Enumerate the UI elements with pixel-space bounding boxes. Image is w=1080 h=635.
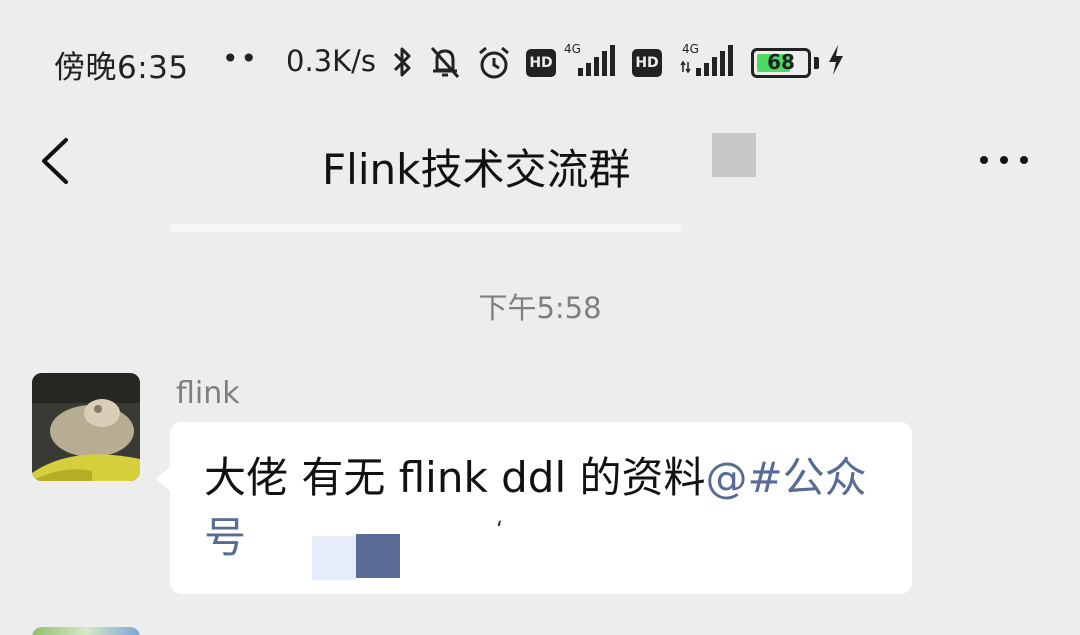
message-timestamp: 下午5:58 <box>478 291 602 325</box>
battery-tip <box>814 57 819 69</box>
status-bar: 傍晚6:35 •• 0.3K/s HD 4G HD 4G 68 <box>0 0 1080 120</box>
notification-dots: •• <box>222 42 260 75</box>
message-text: 大佬 有无 flink ddl 的资料@#公众号 <box>204 448 894 568</box>
charging-icon <box>829 45 843 75</box>
chat-title: Flink技术交流群 <box>322 145 631 194</box>
more-options-button[interactable] <box>978 148 1030 172</box>
mute-bell-icon <box>430 46 460 79</box>
battery-level: 68 <box>767 50 795 74</box>
alarm-icon <box>479 46 509 79</box>
muted-group-icon <box>712 133 756 177</box>
redacted-block-dark <box>356 534 400 578</box>
more-dot <box>1000 156 1008 164</box>
signal-icon <box>578 45 615 76</box>
more-dot <box>980 156 988 164</box>
status-time: 傍晚6:35 <box>54 50 189 86</box>
message-body: 大佬 有无 flink ddl 的资料 <box>204 453 706 502</box>
battery-icon: 68 <box>751 48 811 78</box>
signal-icon-2 <box>680 45 733 76</box>
hd-icon: HD <box>526 49 556 77</box>
header-divider <box>170 224 682 232</box>
sender-avatar[interactable] <box>32 373 140 481</box>
bubble-tail <box>156 466 171 492</box>
more-dot <box>1020 156 1028 164</box>
message-bubble[interactable]: 大佬 有无 flink ddl 的资料@#公众号 ‘ <box>170 422 912 594</box>
network-speed: 0.3K/s <box>286 44 377 78</box>
hd-icon-2: HD <box>632 49 662 77</box>
back-chevron-left-icon[interactable] <box>36 134 76 188</box>
avatar-image <box>32 373 140 481</box>
sender-name: flink <box>176 376 240 411</box>
stray-mark: ‘ <box>496 518 503 543</box>
chat-screen: 傍晚6:35 •• 0.3K/s HD 4G HD 4G 68 Flink技术交… <box>0 0 1080 635</box>
redacted-block-light <box>312 536 356 580</box>
bluetooth-icon <box>393 47 411 77</box>
next-sender-avatar[interactable] <box>32 627 140 635</box>
